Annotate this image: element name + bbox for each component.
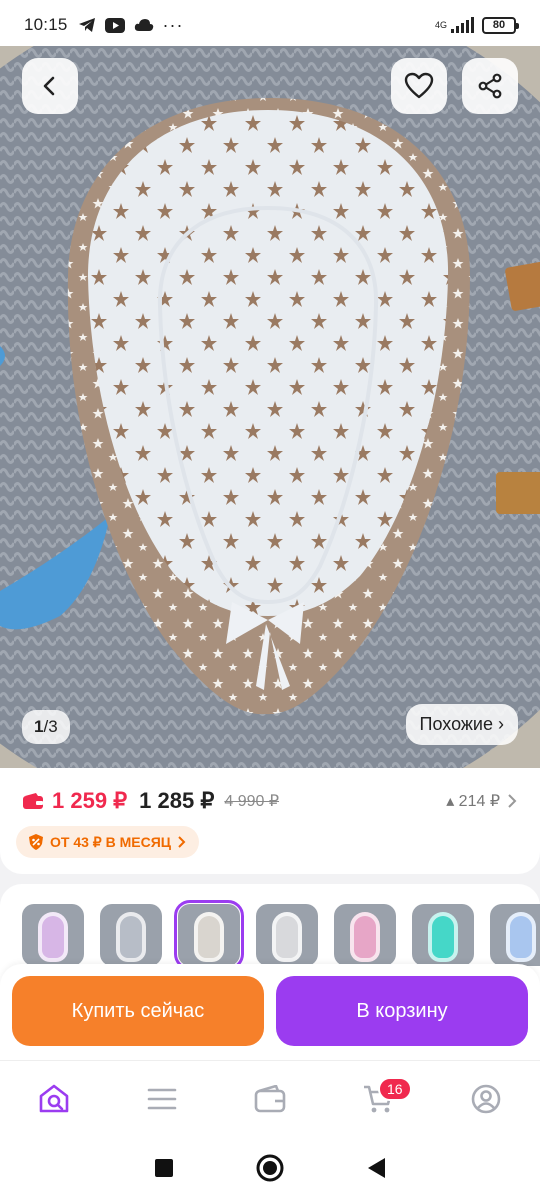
variant-nest-image — [506, 912, 536, 962]
variant-nest-image — [272, 912, 302, 962]
variant-thumbnail[interactable] — [412, 904, 474, 966]
signal-icon — [451, 17, 474, 33]
add-to-cart-button[interactable]: В корзину — [276, 976, 528, 1046]
chevron-right-icon — [508, 794, 517, 808]
variant-thumbnail[interactable] — [100, 904, 162, 966]
variant-nest-image — [194, 912, 224, 962]
chevron-left-icon — [43, 76, 55, 96]
installment-badge[interactable]: ОТ 43 ₽ В МЕСЯЦ — [16, 826, 199, 858]
back-button[interactable] — [22, 58, 78, 114]
product-screen: 10:15 ··· 4G 80 1/3 Похожие › 1 259 ₽ 1 … — [0, 0, 540, 1200]
telegram-icon — [78, 18, 95, 32]
cashback-amount: ▴ 214 ₽ — [446, 793, 500, 810]
nav-cart[interactable]: 16 — [354, 1075, 412, 1123]
product-photo[interactable]: 1/3 Похожие › — [0, 46, 540, 768]
action-bar: Купить сейчас В корзину — [0, 964, 540, 1060]
variant-nest-image — [116, 912, 146, 962]
home-search-icon — [39, 1084, 69, 1112]
recents-square-icon[interactable] — [153, 1157, 175, 1179]
status-right: 4G 80 — [434, 16, 519, 34]
installment-text: ОТ 43 ₽ В МЕСЯЦ — [50, 833, 171, 850]
wallet-icon — [254, 1084, 286, 1112]
status-time: 10:15 — [24, 15, 68, 34]
system-navigation — [0, 1136, 540, 1200]
wallet-price: 1 259 ₽ — [52, 788, 128, 813]
nav-home[interactable] — [30, 1075, 78, 1123]
back-triangle-icon[interactable] — [365, 1156, 387, 1180]
shield-percent-icon — [29, 834, 43, 850]
image-counter: 1/3 — [22, 710, 70, 744]
variant-nest-image — [350, 912, 380, 962]
image-counter-total: 3 — [48, 717, 58, 736]
price-card: 1 259 ₽ 1 285 ₽ 4 990 ₽ ▴ 214 ₽ ОТ 43 ₽ … — [0, 768, 540, 874]
variant-thumbnail[interactable] — [490, 904, 540, 966]
cart-count-badge: 16 — [378, 1076, 412, 1101]
favorite-button[interactable] — [391, 58, 447, 114]
share-button[interactable] — [462, 58, 518, 114]
profile-icon — [471, 1084, 501, 1113]
cloud-icon — [134, 19, 153, 31]
product-image — [0, 46, 540, 768]
network-type: 4G — [434, 19, 447, 30]
nav-profile[interactable] — [462, 1075, 510, 1123]
variant-thumbnail[interactable] — [174, 900, 244, 970]
status-bar: 10:15 ··· 4G 80 — [0, 0, 540, 50]
cashback-info[interactable]: ▴ 214 ₽ — [446, 791, 518, 811]
more-notifications-icon: ··· — [162, 14, 184, 35]
variant-thumbnail[interactable] — [22, 904, 84, 966]
share-icon — [478, 73, 502, 99]
chevron-right-icon — [178, 836, 186, 848]
price-row: 1 259 ₽ 1 285 ₽ 4 990 ₽ ▴ 214 ₽ — [22, 788, 518, 814]
variant-thumbnail[interactable] — [256, 904, 318, 966]
battery-icon: 80 — [482, 16, 519, 34]
buy-now-button[interactable]: Купить сейчас — [12, 976, 264, 1046]
regular-price: 1 285 ₽ — [139, 788, 215, 813]
variant-thumbnail[interactable] — [334, 904, 396, 966]
nav-wallet[interactable] — [246, 1075, 294, 1123]
variant-nest-image — [428, 912, 458, 962]
similar-button[interactable]: Похожие › — [405, 704, 518, 745]
catalog-icon — [147, 1088, 177, 1109]
variant-nest-image — [38, 912, 68, 962]
heart-icon — [404, 72, 434, 99]
youtube-icon — [104, 17, 125, 33]
nav-catalog[interactable] — [138, 1075, 186, 1123]
bottom-navigation: 16 — [0, 1060, 540, 1136]
old-price: 4 990 ₽ — [224, 793, 280, 810]
wallet-card-icon — [23, 793, 43, 809]
notification-icons: ··· — [78, 15, 184, 36]
home-circle-icon[interactable] — [255, 1153, 285, 1183]
variant-thumbnails — [22, 900, 540, 970]
